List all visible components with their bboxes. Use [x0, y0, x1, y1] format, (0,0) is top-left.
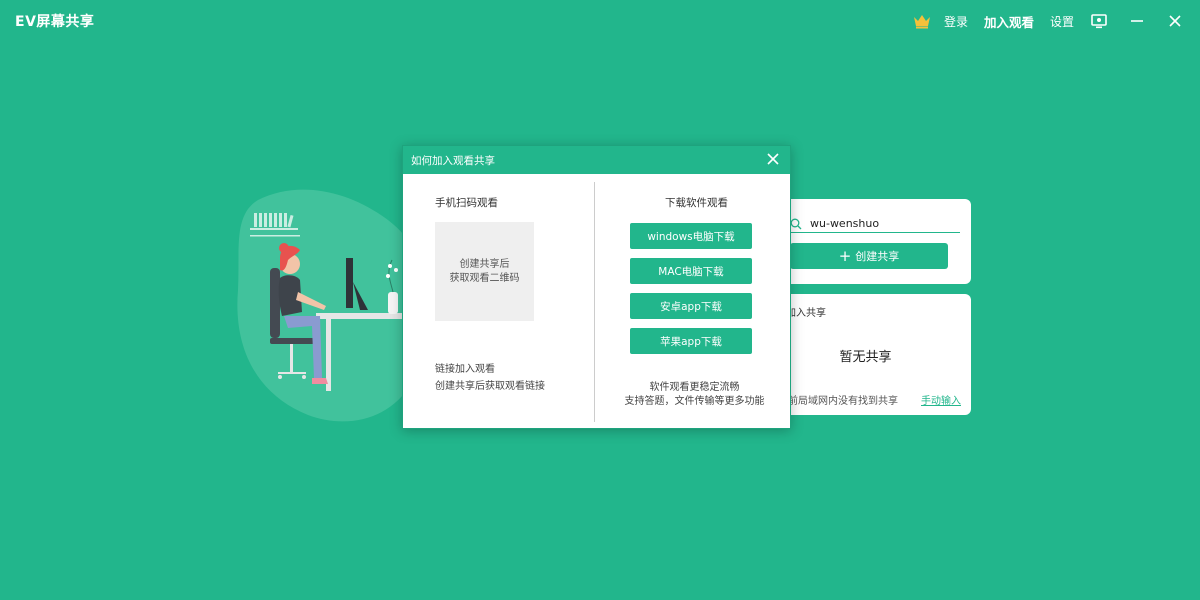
lan-hint-text: 前局域网内没有找到共享	[788, 396, 898, 407]
ios-download-button[interactable]: 苹果app下载	[630, 328, 752, 354]
create-share-button[interactable]: + 创建共享	[790, 243, 948, 269]
modal-title: 如何加入观看共享	[411, 155, 495, 167]
top-nav: 登录 加入观看 设置	[912, 0, 1200, 42]
device-id-text: wu-wenshuo	[810, 217, 880, 230]
qr-line-1: 创建共享后	[459, 258, 510, 270]
qr-placeholder: 创建共享后 获取观看二维码	[435, 222, 534, 321]
mac-download-button[interactable]: MAC电脑下载	[630, 258, 752, 284]
android-download-button[interactable]: 安卓app下载	[630, 293, 752, 319]
join-guide-modal: 如何加入观看共享 手机扫码观看 创建共享后 获取观看二维码 链接加入观看 创建共…	[402, 145, 791, 429]
plus-icon: +	[838, 246, 852, 265]
modal-close-icon[interactable]	[766, 152, 780, 166]
column-divider	[594, 182, 595, 422]
modal-header: 如何加入观看共享	[403, 146, 790, 174]
join-panel: 加入共享 暂无共享 前局域网内没有找到共享 手动输入	[760, 294, 971, 415]
share-panel: wu-wenshuo + 创建共享	[760, 199, 971, 284]
settings-link[interactable]: 设置	[1050, 13, 1074, 30]
qr-line-2: 获取观看二维码	[449, 272, 520, 284]
crown-icon[interactable]	[912, 13, 932, 29]
link-description: 创建共享后获取观看链接	[435, 381, 545, 392]
link-heading: 链接加入观看	[435, 364, 495, 375]
app-title: EV屏幕共享	[15, 14, 95, 30]
login-link[interactable]: 登录	[944, 13, 968, 30]
title-bar: EV屏幕共享 登录 加入观看 设置	[0, 0, 1200, 42]
windows-download-button[interactable]: windows电脑下载	[630, 223, 752, 249]
scan-heading: 手机扫码观看	[435, 197, 498, 209]
download-note-2: 支持答题，文件传输等更多功能	[624, 396, 765, 407]
empty-share-text: 暂无共享	[839, 350, 892, 365]
search-icon	[790, 218, 802, 229]
screen-mode-icon[interactable]	[1090, 12, 1108, 30]
close-icon[interactable]	[1166, 12, 1184, 30]
join-watch-link[interactable]: 加入观看	[984, 12, 1034, 31]
download-heading: 下载软件观看	[665, 197, 728, 209]
minimize-icon[interactable]	[1128, 12, 1146, 30]
create-share-label: 创建共享	[855, 250, 900, 263]
download-note-1: 软件观看更稳定流畅	[649, 382, 740, 393]
manual-input-link[interactable]: 手动输入	[921, 392, 961, 407]
join-panel-label: 加入共享	[786, 308, 826, 319]
device-id-row[interactable]: wu-wenshuo	[790, 215, 960, 233]
